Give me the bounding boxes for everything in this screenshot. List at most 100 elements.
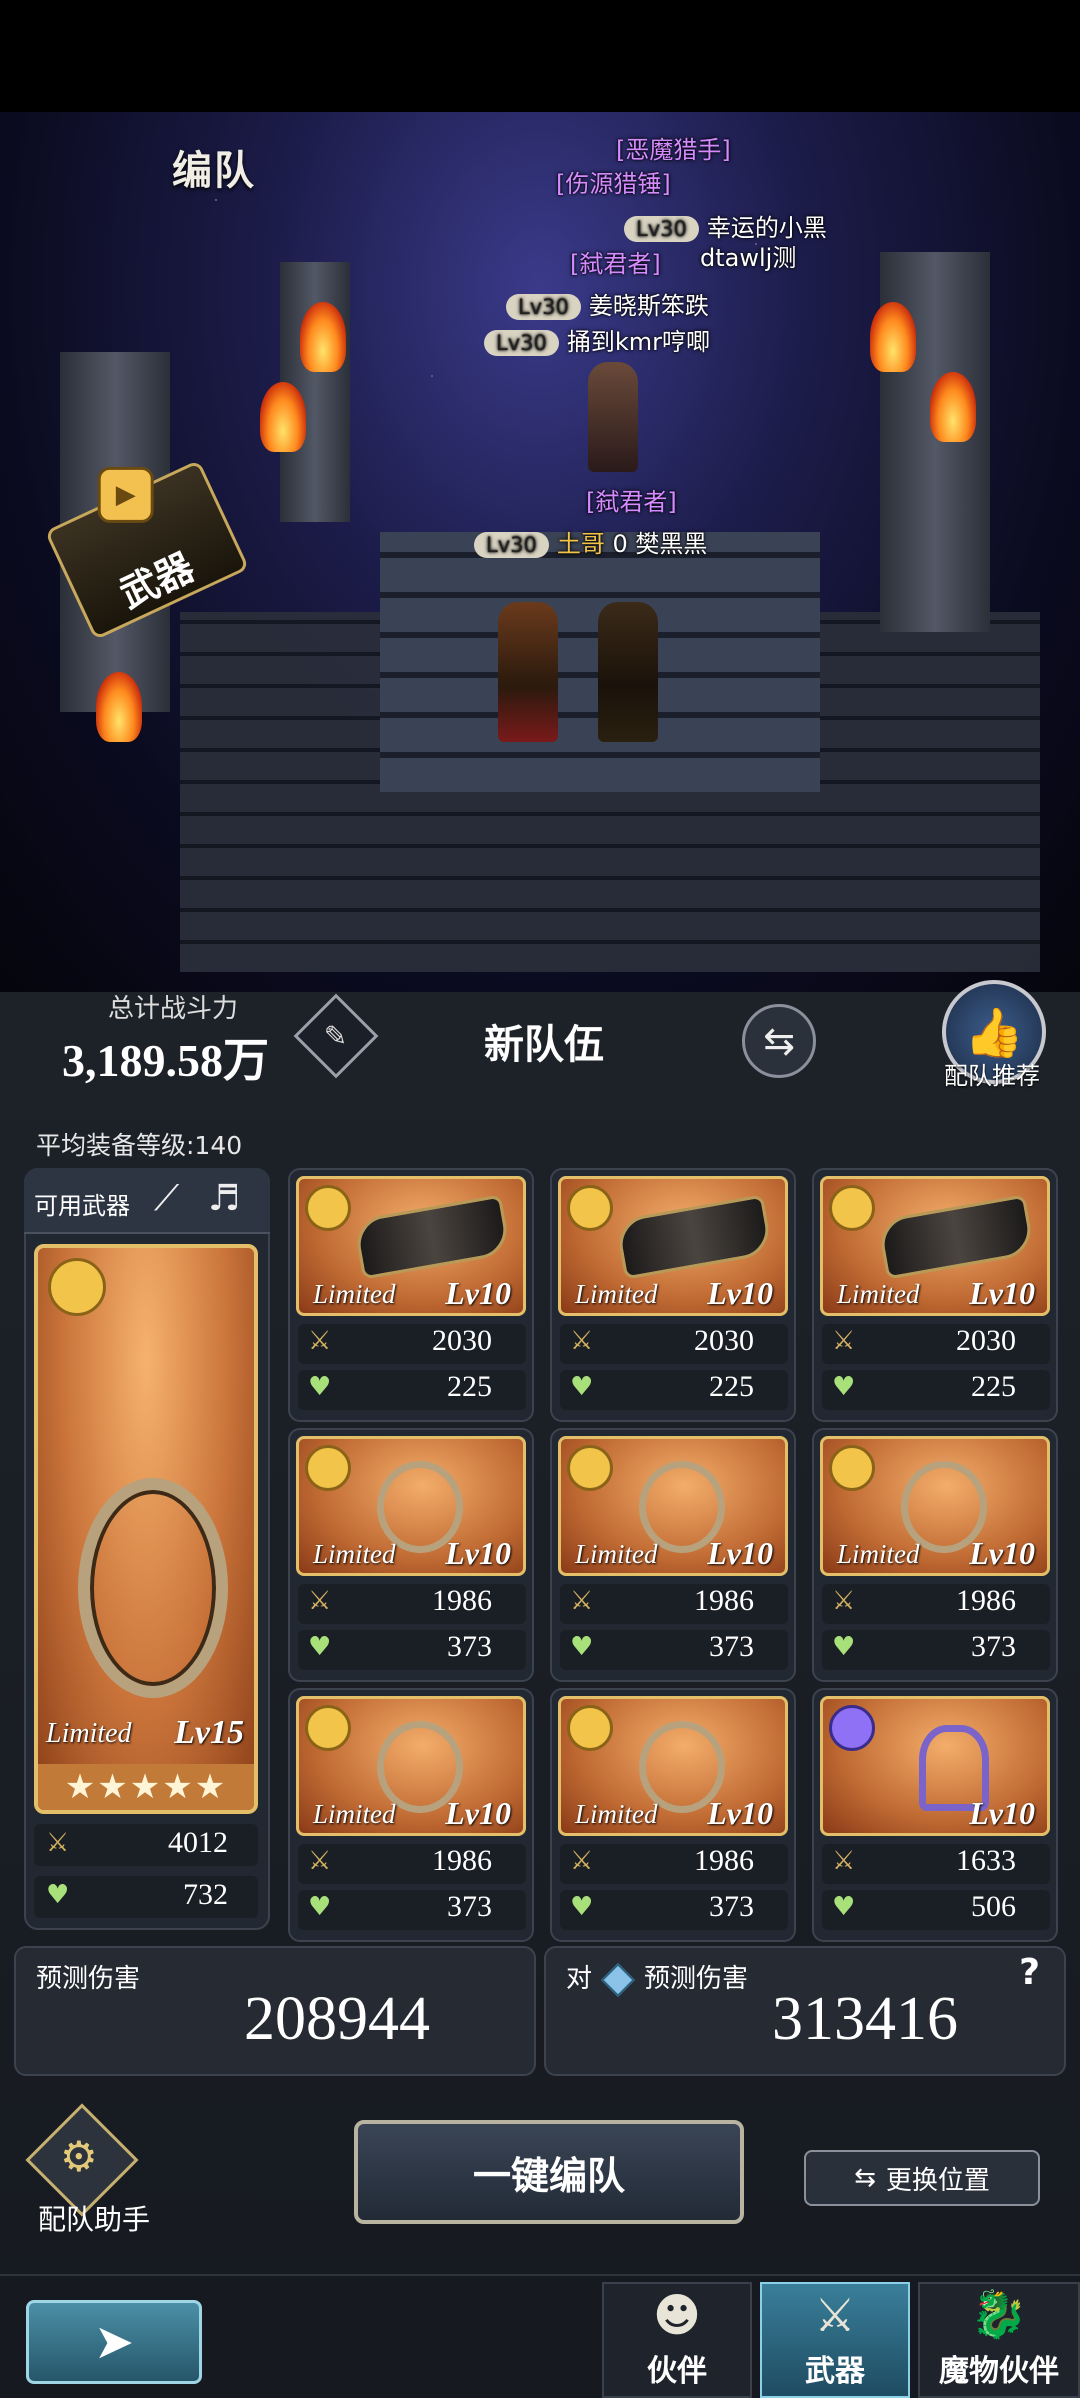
- attack-value: 1986: [432, 1584, 492, 1617]
- attack-stat-row: ⚔ 2030: [560, 1324, 788, 1364]
- swap-arrows-icon: ⇆: [763, 1019, 795, 1063]
- sword-icon: ⚔: [46, 1828, 70, 1858]
- attack-value: 2030: [956, 1324, 1016, 1357]
- main-weapon-card[interactable]: Limited Lv15 ★★★★★: [34, 1244, 258, 1814]
- sword-icon: ⚔: [570, 1846, 594, 1876]
- attack-stat-row: ⚔ 1633: [822, 1844, 1050, 1884]
- spear-icon: ⟋: [154, 1178, 180, 1219]
- weapon-level: Lv15: [174, 1714, 244, 1751]
- player-title-tag: [伤源猎锤]: [556, 170, 671, 198]
- hp-value: 373: [971, 1630, 1016, 1663]
- vs-damage-title: 预测伤害: [644, 1964, 749, 1994]
- weapon-card[interactable]: Limited Lv10 ⚔ 1986 ♥ 373: [288, 1688, 534, 1942]
- torch-flame: [930, 372, 976, 442]
- attack-value: 1633: [956, 1844, 1016, 1877]
- character-sprite[interactable]: [588, 362, 638, 472]
- weapon-art: Lv10: [820, 1696, 1050, 1836]
- rarity-badge-icon: [829, 1445, 875, 1491]
- weapon-level: Lv10: [707, 1275, 773, 1311]
- help-button[interactable]: ?: [1019, 1952, 1040, 1993]
- swap-position-button[interactable]: ⇆ 更换位置: [804, 2150, 1040, 2206]
- player-name-tag: Lv30 捅到kmr哼唧: [484, 322, 710, 357]
- hp-value: 373: [709, 1630, 754, 1663]
- hp-stat-row: ♥ 373: [298, 1890, 526, 1930]
- limited-label: Limited: [575, 1539, 658, 1569]
- weapon-card[interactable]: Limited Lv10 ⚔ 1986 ♥ 373: [550, 1688, 796, 1942]
- back-button[interactable]: ➤: [26, 2300, 202, 2384]
- heart-icon: ♥: [308, 1372, 332, 1402]
- hp-value: 225: [447, 1370, 492, 1403]
- heart-icon: ♥: [570, 1372, 594, 1402]
- sword-icon: ⚔: [308, 1846, 332, 1876]
- gear-icon: ⚙: [60, 2132, 98, 2181]
- attack-stat-row: ⚔ 1986: [298, 1584, 526, 1624]
- tab-companions[interactable]: ☻ 伙伴: [602, 2282, 752, 2398]
- torch-flame: [96, 672, 142, 742]
- level-pill: Lv30: [474, 532, 549, 558]
- sword-icon: ⚔: [308, 1326, 332, 1356]
- weapon-card[interactable]: Limited Lv10 ⚔ 1986 ♥ 373: [288, 1428, 534, 1682]
- weapon-art: Limited Lv10: [820, 1436, 1050, 1576]
- total-power-label: 总计战斗力: [108, 994, 239, 1024]
- character-sprite[interactable]: [598, 602, 658, 742]
- weapon-card[interactable]: Limited Lv10 ⚔ 2030 ♥ 225: [550, 1168, 796, 1422]
- hp-stat-row: ♥ 373: [298, 1630, 526, 1670]
- attack-value: 1986: [432, 1844, 492, 1877]
- tab-monster-companions[interactable]: 🐉 魔物伙伴: [918, 2282, 1080, 2398]
- hp-value: 225: [709, 1370, 754, 1403]
- weapon-card[interactable]: Limited Lv10 ⚔ 1986 ♥ 373: [550, 1428, 796, 1682]
- attack-stat-row: ⚔ 1986: [298, 1844, 526, 1884]
- attack-stat-row: ⚔ 2030: [298, 1324, 526, 1364]
- tab-label: 伙伴: [647, 2354, 707, 2389]
- tab-label: 武器: [805, 2354, 865, 2389]
- harp-weapon-art: [78, 1478, 228, 1698]
- weapon-card[interactable]: Lv10 ⚔ 1633 ♥ 506: [812, 1688, 1058, 1942]
- sword-icon: ⚔: [308, 1586, 332, 1616]
- player-name: 土哥: [556, 530, 605, 558]
- gauntlet-weapon-icon: [352, 1194, 512, 1280]
- limited-label: Limited: [313, 1539, 396, 1569]
- predicted-damage-value: 208944: [244, 1985, 430, 2053]
- player-name: 捅到kmr哼唧: [566, 328, 711, 356]
- weapon-art: Limited Lv10: [558, 1176, 788, 1316]
- weapon-card[interactable]: Limited Lv10 ⚔ 1986 ♥ 373: [812, 1428, 1058, 1682]
- total-power-value: 3,189.58万: [62, 1035, 269, 1086]
- hp-stat-row: ♥ 732: [34, 1876, 258, 1918]
- swap-arrows-icon: ⇆: [854, 2163, 876, 2193]
- weapon-art: Limited Lv10: [558, 1696, 788, 1836]
- tab-label: 魔物伙伴: [939, 2354, 1059, 2389]
- hp-stat-row: ♥ 225: [822, 1370, 1050, 1410]
- attack-value: 2030: [694, 1324, 754, 1357]
- player-name-tag: Lv30 土哥 0 樊黑黑: [474, 524, 707, 559]
- tab-weapons[interactable]: ⚔ 武器: [760, 2282, 910, 2398]
- feather-icon: ✎: [324, 1019, 348, 1053]
- predicted-damage-label: 预测伤害: [36, 1964, 141, 1994]
- auto-form-team-button[interactable]: 一键编队: [354, 2120, 744, 2224]
- weapon-card[interactable]: Limited Lv10 ⚔ 2030 ♥ 225: [288, 1168, 534, 1422]
- switch-team-button[interactable]: ⇆: [742, 1004, 816, 1078]
- heart-icon: ♥: [832, 1632, 856, 1662]
- hp-stat-row: ♥ 373: [560, 1630, 788, 1670]
- attack-stat-row: ⚔ 2030: [822, 1324, 1050, 1364]
- level-pill: Lv30: [506, 294, 581, 320]
- sword-icon: ⚔: [570, 1586, 594, 1616]
- heart-icon: ♥: [570, 1632, 594, 1662]
- hp-stat-row: ♥ 373: [560, 1890, 788, 1930]
- weapon-level: Lv10: [445, 1535, 511, 1571]
- limited-label: Limited: [313, 1799, 396, 1829]
- player-name-tag: Lv30 姜晓斯笨跌: [506, 286, 709, 321]
- player-title-tag: [弑君者]: [570, 250, 661, 278]
- character-sprite[interactable]: [498, 602, 558, 742]
- attack-value: 4012: [168, 1826, 228, 1859]
- weapon-level: Lv10: [707, 1795, 773, 1831]
- hp-stat-row: ♥ 225: [560, 1370, 788, 1410]
- gauntlet-weapon-icon: [876, 1194, 1036, 1280]
- player-name: 姜晓斯笨跌: [588, 292, 709, 320]
- limited-label: Limited: [46, 1718, 132, 1749]
- weapon-level: Lv10: [707, 1535, 773, 1571]
- team-assistant-label: 配队助手: [38, 2203, 151, 2236]
- torch-flame: [300, 302, 346, 372]
- weapon-card[interactable]: Limited Lv10 ⚔ 2030 ♥ 225: [812, 1168, 1058, 1422]
- team-name: 新队伍: [484, 1022, 604, 1068]
- available-weapons-title: 可用武器: [34, 1192, 130, 1220]
